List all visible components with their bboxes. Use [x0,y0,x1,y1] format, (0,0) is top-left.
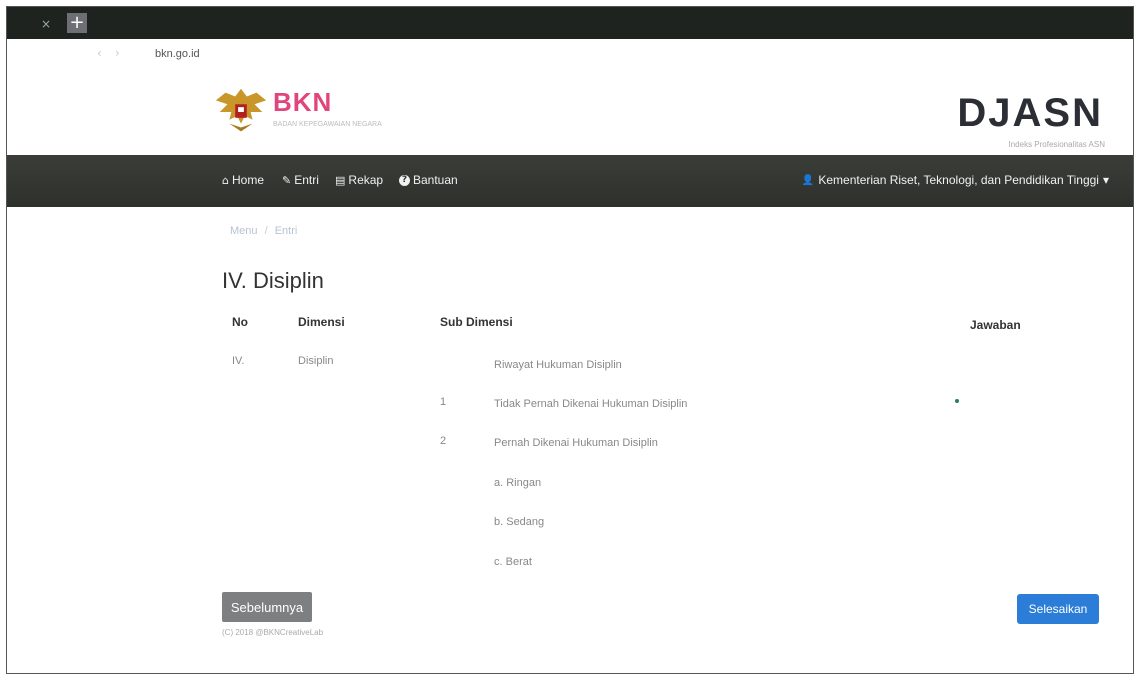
sub-option-label: c. Berat [494,556,532,568]
djasn-brand: DJASN [957,91,1103,135]
url-text[interactable]: bkn.go.id [155,48,200,60]
close-tab-icon[interactable]: × [41,17,51,31]
nav-entri[interactable]: ✎ Entri [282,173,319,187]
column-header-no: No [232,315,248,329]
nav-entri-label: Entri [294,173,319,187]
back-arrow-icon[interactable]: ‹ [97,46,102,60]
nav-home[interactable]: ⌂ Home [222,173,264,187]
site-header: BKN BADAN KEPEGAWAIAN NEGARA DJASN Indek… [7,69,1133,153]
nav-bantuan-label: Bantuan [413,173,458,187]
row-dimensi: Disiplin [298,355,334,367]
home-icon: ⌂ [222,173,229,187]
option-label: Tidak Pernah Dikenai Hukuman Disiplin [494,398,688,410]
column-header-dimensi: Dimensi [298,315,345,329]
column-header-sub-dimensi: Sub Dimensi [440,315,513,329]
footer-copyright: (C) 2018 @BKNCreativeLab [222,628,324,637]
forward-arrow-icon[interactable]: › [115,46,120,60]
page-title: IV. Disiplin [222,268,324,293]
previous-button[interactable]: Sebelumnya [222,592,312,622]
option-number: 1 [440,396,447,408]
finish-button[interactable]: Selesaikan [1017,594,1099,624]
column-header-jawaban: Jawaban [970,318,1021,332]
caret-down-icon: ▾ [1102,173,1109,187]
breadcrumb-separator: / [264,225,268,237]
breadcrumb-menu[interactable]: Menu [230,225,258,237]
address-bar: ‹ › bkn.go.id [7,39,1133,69]
option-number: 2 [440,435,447,447]
nav-home-label: Home [231,173,264,187]
answer-radio-button[interactable] [955,399,959,403]
bkn-logo-subtitle: BADAN KEPEGAWAIAN NEGARA [273,121,382,128]
garuda-emblem-icon [215,88,267,132]
breadcrumb-entri: Entri [274,225,298,237]
sub-option-label: b. Sedang [494,516,545,528]
new-tab-button[interactable]: + [67,13,87,33]
sub-option-label: a. Ringan [494,477,542,489]
user-icon: 👤 [801,174,815,186]
browser-tab-bar: × + [7,7,1133,39]
sub-dimensi-title: Riwayat Hukuman Disiplin [494,359,622,371]
user-dropdown[interactable]: 👤 Kementerian Riset, Teknologi, dan Pend… [802,173,1109,187]
pencil-icon: ✎ [282,173,292,187]
nav-rekap[interactable]: ▤ Rekap [335,173,383,187]
djasn-subtitle: Indeks Profesionalitas ASN [1008,140,1106,149]
breadcrumb: Menu / Entri [230,225,297,237]
nav-rekap-label: Rekap [348,173,384,187]
book-icon: ▤ [335,173,346,187]
bkn-logo-text[interactable]: BKN [273,87,332,118]
main-navbar: ⌂ Home ✎ Entri ▤ Rekap ? Bantuan 👤 Kemen… [7,155,1133,207]
user-name: Kementerian Riset, Teknologi, dan Pendid… [818,173,1099,187]
option-label: Pernah Dikenai Hukuman Disiplin [494,437,658,449]
row-no: IV. [232,355,245,367]
question-icon: ? [399,174,410,186]
nav-bantuan[interactable]: ? Bantuan [399,173,458,187]
